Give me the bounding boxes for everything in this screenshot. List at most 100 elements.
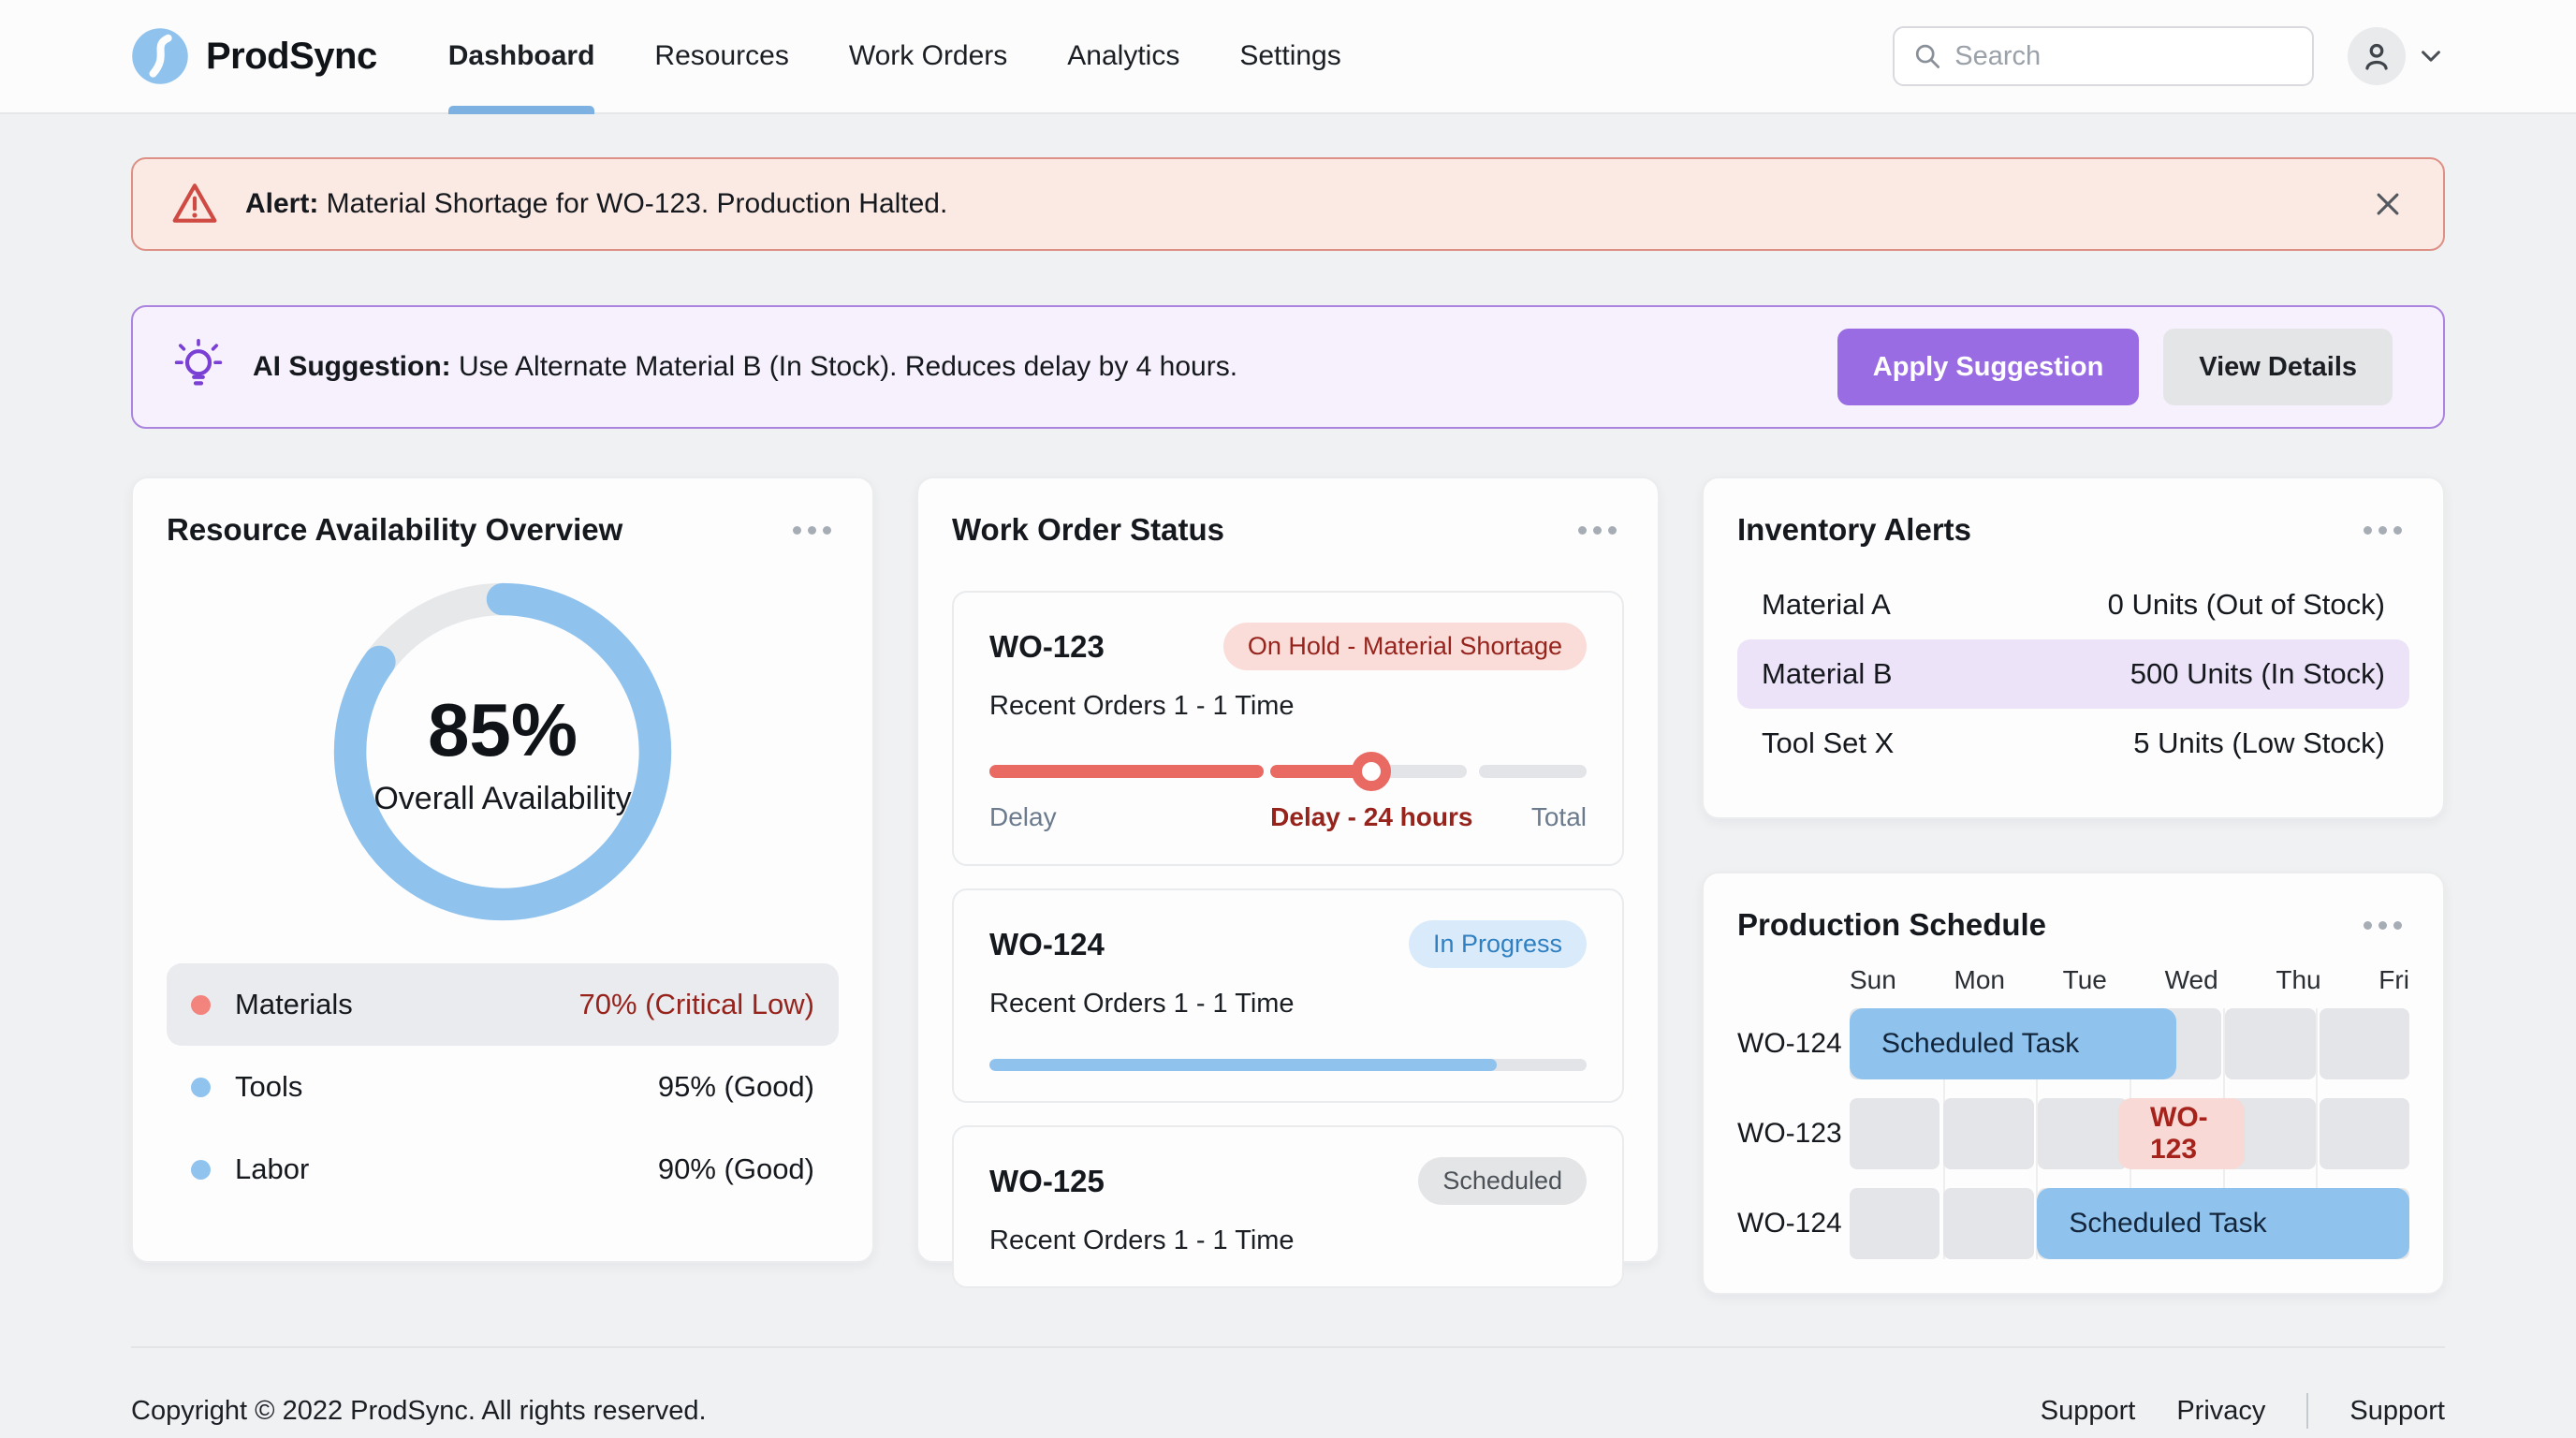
legend-value: 70% (Critical Low): [578, 988, 814, 1021]
brand: ProdSync: [131, 27, 377, 85]
header-right: [1893, 26, 2445, 86]
schedule-cell: [2320, 1098, 2409, 1169]
schedule-day-header: SunMonTueWedThuFri: [1737, 965, 2409, 995]
ai-actions: Apply Suggestion View Details: [1837, 329, 2393, 405]
inventory-row-material-b[interactable]: Material B 500 Units (In Stock): [1737, 639, 2409, 709]
work-order-item-wo-124: WO-124In ProgressRecent Orders 1 - 1 Tim…: [952, 888, 1624, 1103]
nav-item-work-orders[interactable]: Work Orders: [849, 0, 1007, 112]
inventory-item-name: Tool Set X: [1762, 726, 1894, 760]
schedule-rows: WO-124Scheduled TaskWO-123WO-123WO-124Sc…: [1737, 1008, 2409, 1259]
legend-row-tools: Tools 95% (Good): [167, 1046, 839, 1128]
inventory-alerts-card: Inventory Alerts Material A0 Units (Out …: [1702, 477, 2445, 819]
schedule-cell: [2225, 1008, 2315, 1079]
schedule-day-mon: Mon: [1954, 965, 2005, 995]
schedule-task-bar[interactable]: Scheduled Task: [1850, 1008, 2176, 1079]
footer-link-divider: [2306, 1393, 2308, 1429]
alert-close-button[interactable]: [2370, 186, 2406, 222]
resource-card-title: Resource Availability Overview: [167, 512, 622, 548]
inventory-item-quantity: 5 Units (Low Stock): [2133, 726, 2385, 760]
slider-label-left: Delay: [989, 802, 1057, 832]
legend-row-materials: Materials70% (Critical Low): [167, 963, 839, 1046]
prodsync-logo-icon: [131, 27, 189, 85]
view-details-button[interactable]: View Details: [2163, 329, 2393, 405]
slider-label-center: Delay - 24 hours: [1270, 802, 1472, 832]
search-icon: [1913, 40, 1941, 72]
nav-item-dashboard[interactable]: Dashboard: [448, 0, 595, 112]
chevron-down-icon: [2417, 42, 2445, 70]
apply-suggestion-button[interactable]: Apply Suggestion: [1837, 329, 2140, 405]
resource-card-menu-button[interactable]: [785, 519, 839, 542]
schedule-day-fri: Fri: [2378, 965, 2409, 995]
schedule-row-wo-124: WO-124Scheduled Task: [1737, 1008, 2409, 1079]
nav-item-resources[interactable]: Resources: [654, 0, 788, 112]
search-box[interactable]: [1893, 26, 2314, 86]
work-order-progress-bar: [989, 1059, 1587, 1071]
ai-suggestion-text: AI Suggestion: Use Alternate Material B …: [253, 351, 1237, 383]
inventory-item-name: Material B: [1762, 657, 1893, 691]
inventory-list: Material A0 Units (Out of Stock)Material…: [1737, 570, 2409, 778]
schedule-cell: [1943, 1098, 2033, 1169]
delay-slider[interactable]: [989, 765, 1587, 778]
schedule-task-bar[interactable]: Scheduled Task: [2037, 1188, 2409, 1259]
work-order-subtext: Recent Orders 1 - 1 Time: [989, 989, 1587, 1020]
schedule-day-sun: Sun: [1850, 965, 1896, 995]
footer-divider: [131, 1346, 2445, 1348]
work-order-id: WO-125: [989, 1164, 1105, 1199]
cards-grid: Resource Availability Overview 85% Overa…: [131, 477, 2445, 1295]
schedule-row-label: WO-123: [1737, 1118, 1850, 1150]
inventory-row-tool-set-x[interactable]: Tool Set X 5 Units (Low Stock): [1737, 709, 2409, 778]
schedule-cell: [1850, 1098, 1939, 1169]
inventory-row-material-a[interactable]: Material A0 Units (Out of Stock): [1737, 570, 2409, 639]
user-menu[interactable]: [2348, 27, 2445, 85]
legend-dot: [191, 995, 211, 1015]
schedule-row-track: Scheduled Task: [1850, 1188, 2409, 1259]
prodsync-dashboard: ProdSync Dashboard Resources Work Orders An…: [0, 0, 2576, 1438]
schedule-row-wo-123: WO-123 WO-123: [1737, 1098, 2409, 1169]
availability-donut-chart: 85% Overall Availability: [327, 576, 679, 928]
work-order-id: WO-124: [989, 927, 1105, 962]
person-icon: [2360, 39, 2393, 73]
schedule-row-label: WO-124: [1737, 1208, 1850, 1240]
schedule-day-thu: Thu: [2276, 965, 2320, 995]
slider-track-segment: [989, 765, 1264, 778]
legend-value: 90% (Good): [658, 1152, 814, 1186]
footer-link-privacy[interactable]: Privacy: [2176, 1396, 2265, 1427]
schedule-card-menu-button[interactable]: [2356, 914, 2409, 937]
search-input[interactable]: [1954, 41, 2293, 72]
legend-dot: [191, 1160, 211, 1180]
work-order-subtext: Recent Orders 1 - 1 Time: [989, 1225, 1587, 1256]
schedule-row-wo-124: WO-124 Scheduled Task: [1737, 1188, 2409, 1259]
schedule-cell: [2038, 1098, 2128, 1169]
work-order-id: WO-123: [989, 629, 1105, 665]
nav-item-analytics[interactable]: Analytics: [1067, 0, 1179, 112]
inventory-item-name: Material A: [1762, 588, 1891, 622]
footer-link-support[interactable]: Support: [2349, 1396, 2445, 1427]
schedule-task-bar[interactable]: WO-123: [2118, 1098, 2245, 1169]
slider-track-segment: [1479, 765, 1587, 778]
nav-item-settings[interactable]: Settings: [1239, 0, 1340, 112]
footer-link-support[interactable]: Support: [2041, 1396, 2136, 1427]
schedule-gantt: SunMonTueWedThuFri WO-124Scheduled TaskW…: [1737, 965, 2409, 1259]
inventory-card-title: Inventory Alerts: [1737, 512, 1971, 548]
app-header: ProdSync Dashboard Resources Work Orders An…: [0, 0, 2576, 114]
slider-knob[interactable]: [1352, 752, 1391, 791]
work-order-list: WO-123 On Hold - Material Shortage Recent …: [952, 591, 1624, 1288]
work-order-status-badge: On Hold - Material Shortage: [1223, 623, 1587, 670]
slider-label-right: Total: [1531, 802, 1587, 832]
inventory-item-quantity: 500 Units (In Stock): [2130, 657, 2385, 691]
copyright-text: Copyright © 2022 ProdSync. All rights re…: [131, 1396, 707, 1427]
legend-dot: [191, 1078, 211, 1097]
work-orders-card-menu-button[interactable]: [1571, 519, 1624, 542]
overall-availability-percent: 85%: [428, 687, 578, 773]
alert-text: Alert: Material Shortage for WO-123. Pro…: [245, 188, 947, 220]
inventory-card-menu-button[interactable]: [2356, 519, 2409, 542]
legend-name: Tools: [235, 1070, 302, 1104]
close-icon: [2370, 186, 2406, 222]
ai-suggestion-banner: AI Suggestion: Use Alternate Material B …: [131, 305, 2445, 429]
legend-value: 95% (Good): [658, 1070, 814, 1104]
resource-availability-card: Resource Availability Overview 85% Overa…: [131, 477, 874, 1263]
work-order-item-wo-125: WO-125ScheduledRecent Orders 1 - 1 Time: [952, 1125, 1624, 1288]
lightbulb-icon: [170, 339, 227, 395]
resource-legend: Materials70% (Critical Low) Tools 95% (Goo…: [167, 963, 839, 1211]
warning-triangle-icon: [170, 180, 219, 228]
